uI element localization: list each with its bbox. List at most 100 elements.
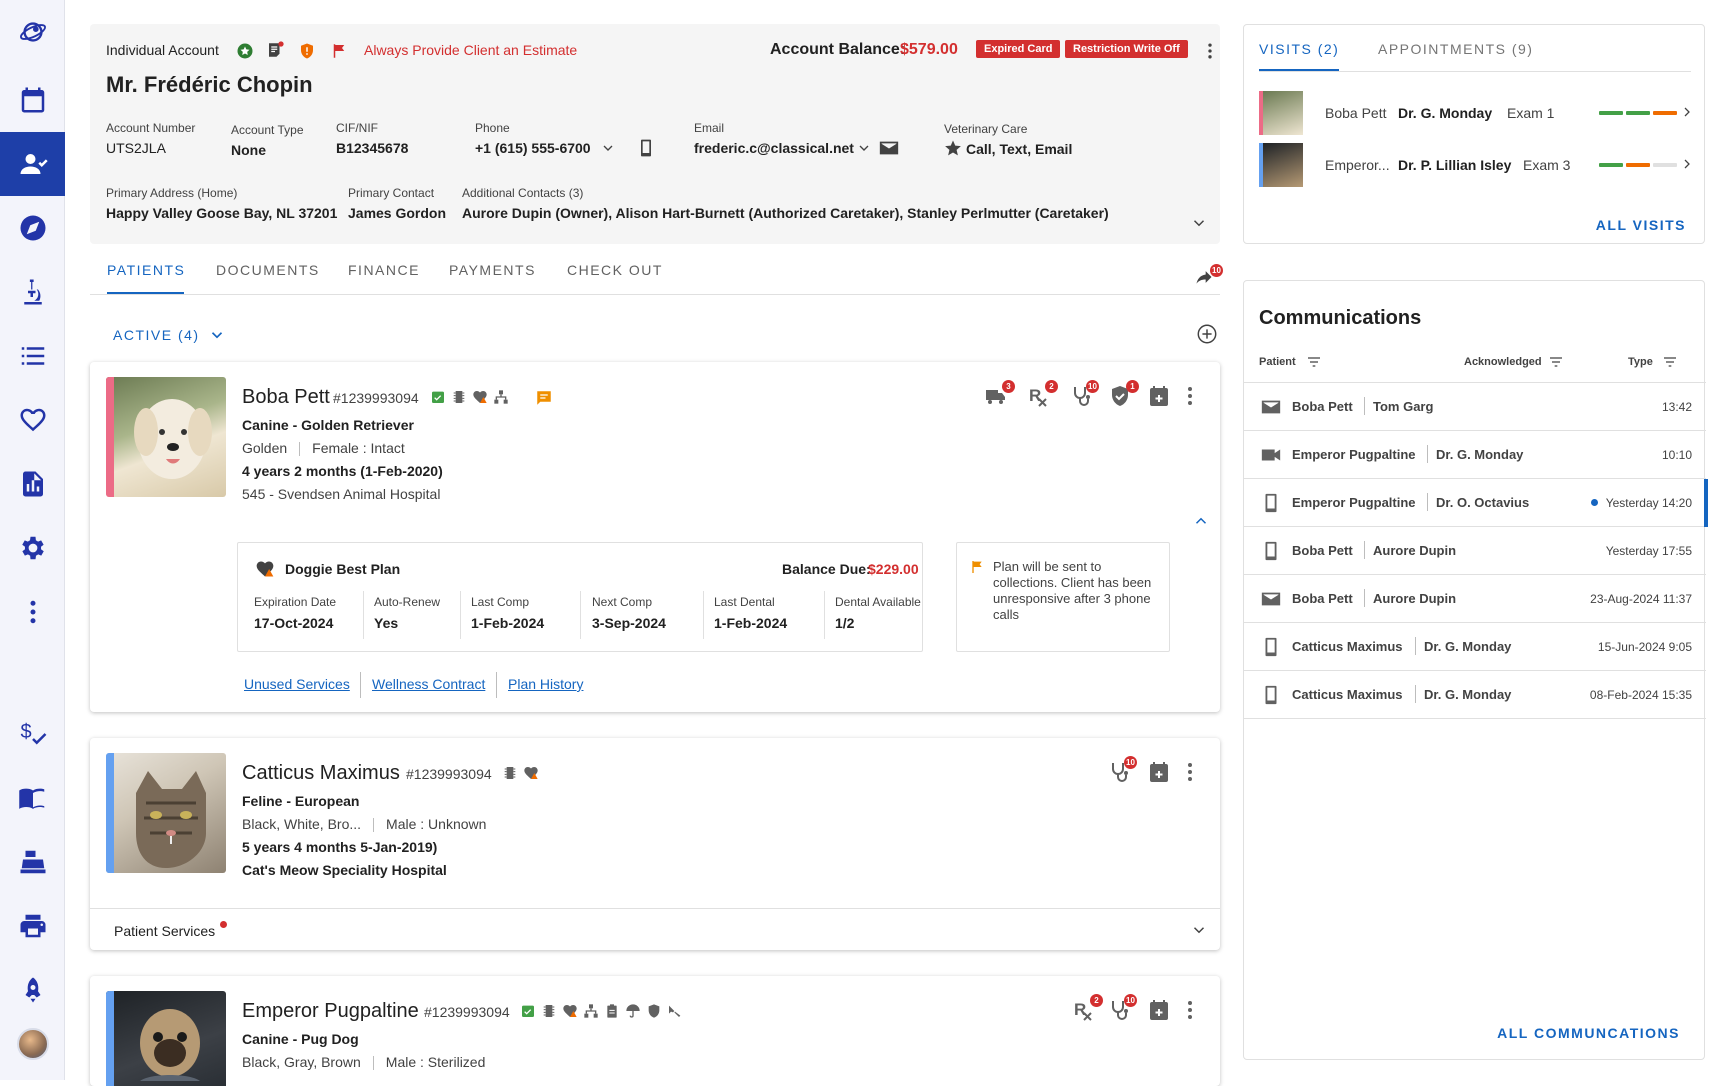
- star-badge-icon: [236, 42, 254, 60]
- patient-name[interactable]: Boba Pett: [242, 386, 330, 409]
- plan-balance-label: Balance Due:: [782, 561, 871, 577]
- visit-row[interactable]: Boba Pett Dr. G. Monday Exam 1: [1259, 91, 1691, 135]
- comm-row[interactable]: Boba Pett Tom Garg 13:42: [1244, 383, 1706, 431]
- plan-name: Doggie Best Plan: [285, 561, 401, 577]
- list-icon[interactable]: [0, 324, 65, 388]
- plan-note-text: Plan will be sent to collections. Client…: [993, 559, 1152, 622]
- expand-header-icon[interactable]: [1190, 214, 1208, 232]
- more-vertical-icon[interactable]: [0, 580, 65, 644]
- add-appointment-icon[interactable]: [1147, 998, 1171, 1022]
- user-avatar[interactable]: [0, 1012, 65, 1076]
- microscope-icon[interactable]: [0, 260, 65, 324]
- book-icon[interactable]: [0, 766, 65, 830]
- col-ack-header: Acknowledged: [1464, 356, 1542, 368]
- printer-icon[interactable]: [0, 894, 65, 958]
- patient-color-sex: Black, White, Bro... Male : Unknown: [242, 816, 486, 833]
- clipboard-icon: [607, 1004, 617, 1018]
- visit-patient: Emperor...: [1325, 157, 1390, 173]
- comm-row[interactable]: Catticus Maximus Dr. G. Monday 15-Jun-2024…: [1244, 623, 1706, 671]
- mail-icon[interactable]: [878, 137, 900, 159]
- client-icon[interactable]: [0, 132, 65, 196]
- compass-icon[interactable]: [0, 196, 65, 260]
- patient-photo: [106, 377, 226, 497]
- tab-patients[interactable]: PATIENTS: [107, 262, 185, 278]
- patient-age: 4 years 2 months (1-Feb-2020): [242, 463, 443, 479]
- tab-visits[interactable]: VISITS (2): [1259, 41, 1339, 57]
- comm-row[interactable]: Emperor Pugpaltine Dr. O. Octavius Yesterd…: [1244, 479, 1708, 527]
- patient-more-icon[interactable]: [1178, 384, 1202, 408]
- all-visits-button[interactable]: ALL VISITS: [1596, 217, 1686, 233]
- comm-row[interactable]: Catticus Maximus Dr. G. Monday 08-Feb-2024…: [1244, 671, 1706, 719]
- chevron-right-icon[interactable]: [1681, 156, 1693, 172]
- comm-person: Dr. G. Monday: [1424, 687, 1512, 702]
- comm-time: 23-Aug-2024 11:37: [1590, 592, 1692, 606]
- client-name: Mr. Frédéric Chopin: [106, 72, 313, 97]
- comm-row[interactable]: Emperor Pugpaltine Dr. G. Monday 10:10: [1244, 431, 1706, 479]
- calendar-icon[interactable]: [0, 68, 65, 132]
- report-icon[interactable]: [0, 452, 65, 516]
- plan-col-label: Last Dental: [714, 595, 775, 609]
- comm-patient: Boba Pett: [1292, 399, 1353, 414]
- gear-icon[interactable]: [0, 516, 65, 580]
- heart-icon[interactable]: [0, 388, 65, 452]
- comm-time: Yesterday 17:55: [1605, 544, 1692, 558]
- collapse-icon[interactable]: [1192, 512, 1210, 530]
- tab-payments[interactable]: PAYMENTS: [449, 262, 536, 278]
- comm-row[interactable]: Boba Pett Aurore Dupin 23-Aug-2024 11:37: [1244, 575, 1706, 623]
- tab-documents[interactable]: DOCUMENTS: [216, 262, 320, 278]
- cash-register-icon[interactable]: [0, 830, 65, 894]
- patient-name[interactable]: Catticus Maximus: [242, 762, 400, 785]
- logo-icon[interactable]: [0, 0, 65, 64]
- add-patient-icon[interactable]: [1196, 323, 1218, 345]
- filter-icon[interactable]: [1548, 354, 1564, 370]
- expand-services-icon[interactable]: [1190, 921, 1208, 939]
- all-communications-button[interactable]: ALL COMMUNCATIONS: [1497, 1025, 1680, 1041]
- comm-patient: Catticus Maximus: [1292, 687, 1403, 702]
- billing-icon[interactable]: $: [0, 702, 65, 766]
- patient-hospital: Cat's Meow Speciality Hospital: [242, 862, 447, 878]
- visit-progress: [1599, 111, 1677, 115]
- phone-icon: [1260, 540, 1282, 562]
- phone-dropdown-icon[interactable]: [600, 140, 616, 156]
- phone-icon: [1260, 492, 1282, 514]
- services-alert-dot: [220, 921, 227, 928]
- visit-doctor: Dr. P. Lillian Isley: [1398, 157, 1512, 173]
- network-icon: [584, 1004, 598, 1018]
- patient-color: Black, Gray, Brown: [242, 1054, 361, 1070]
- filter-dropdown-icon[interactable]: [208, 326, 226, 344]
- shield-count: 1: [1126, 380, 1139, 393]
- active-filter[interactable]: ACTIVE (4): [113, 327, 200, 343]
- message-alert-icon[interactable]: [535, 389, 553, 407]
- mail-icon: [1260, 396, 1282, 418]
- email-dropdown-icon[interactable]: [856, 140, 872, 156]
- stethoscope-count: 10: [1086, 380, 1099, 393]
- comm-time: 13:42: [1661, 400, 1692, 414]
- patient-more-icon[interactable]: [1178, 998, 1202, 1022]
- selected-indicator: [1704, 479, 1708, 527]
- chevron-right-icon[interactable]: [1681, 104, 1693, 120]
- mobile-phone-icon[interactable]: [636, 136, 656, 160]
- shield-alert-icon: [298, 42, 316, 60]
- address-value: Happy Valley Goose Bay, NL 37201: [106, 205, 338, 221]
- unused-services-link[interactable]: Unused Services: [244, 676, 350, 692]
- visit-row[interactable]: Emperor... Dr. P. Lillian Isley Exam 3: [1259, 143, 1691, 187]
- plan-history-link[interactable]: Plan History: [508, 676, 583, 692]
- patient-more-icon[interactable]: [1178, 760, 1202, 784]
- client-more-icon[interactable]: [1200, 40, 1220, 62]
- tab-appointments[interactable]: APPOINTMENTS (9): [1378, 41, 1533, 57]
- comm-row[interactable]: Boba Pett Aurore Dupin Yesterday 17:55: [1244, 527, 1706, 575]
- filter-icon[interactable]: [1662, 354, 1678, 370]
- patient-services-label[interactable]: Patient Services: [114, 923, 215, 939]
- notes-icon[interactable]: [266, 41, 284, 59]
- patient-name[interactable]: Emperor Pugpaltine: [242, 1000, 419, 1023]
- filter-icon[interactable]: [1306, 354, 1322, 370]
- tab-checkout[interactable]: CHECK OUT: [567, 262, 663, 278]
- tab-finance[interactable]: FINANCE: [348, 262, 420, 278]
- star-icon: [944, 139, 962, 157]
- progress-segment: [1626, 111, 1650, 115]
- patient-species: Canine - Golden Retriever: [242, 417, 414, 433]
- add-appointment-icon[interactable]: [1147, 384, 1171, 408]
- wellness-contract-link[interactable]: Wellness Contract: [372, 676, 485, 692]
- add-appointment-icon[interactable]: [1147, 760, 1171, 784]
- comm-patient: Catticus Maximus: [1292, 639, 1403, 654]
